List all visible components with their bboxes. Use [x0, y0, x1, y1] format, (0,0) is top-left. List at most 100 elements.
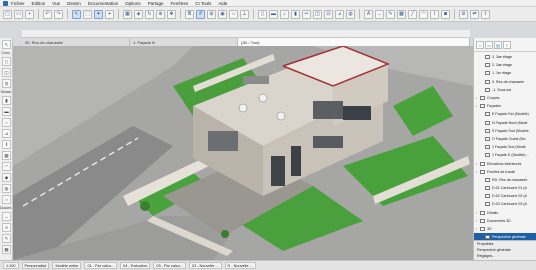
navigator-item[interactable]: 3. 3ae étage: [474, 53, 536, 61]
pan-icon[interactable]: ✥: [167, 9, 176, 19]
navigator-item[interactable]: 1 Façade Sud (Modè: [474, 143, 536, 151]
snap-icon[interactable]: ⌖: [105, 9, 114, 19]
navigator-item[interactable]: › Elévations intérieures: [474, 159, 536, 167]
line-tool-icon[interactable]: ╱: [408, 9, 417, 19]
door-tool-icon[interactable]: ◫: [313, 9, 322, 19]
settings-gear-icon[interactable]: ⚙: [459, 9, 468, 19]
column-tool-icon[interactable]: ▮: [291, 9, 300, 19]
wall-tool-icon[interactable]: ▯: [258, 9, 267, 19]
model-view-selector[interactable]: Modèle entier: [52, 262, 82, 269]
guide-lines-icon[interactable]: ⊞: [207, 9, 216, 19]
layers-icon[interactable]: ≣: [185, 9, 194, 19]
properties-settings-button[interactable]: Réglages...: [474, 253, 536, 259]
navigator-item[interactable]: › Documents 3D: [474, 217, 536, 225]
column-icon[interactable]: ▮: [2, 96, 11, 105]
marquee-icon[interactable]: ⬚: [83, 9, 92, 19]
dimension-tool-icon[interactable]: ↔: [375, 9, 384, 19]
structure-display-selector[interactable]: D - Nouvelle ...: [224, 262, 256, 269]
slab-tool-icon[interactable]: ▬: [269, 9, 278, 19]
morph-icon[interactable]: ◆: [2, 173, 11, 182]
text-tool-icon[interactable]: A: [364, 9, 373, 19]
arrow-select-icon[interactable]: ↖: [72, 9, 81, 19]
navigator-item[interactable]: O Façade Ouest (Mo: [474, 135, 536, 143]
navigator-item[interactable]: D-02 Carfouche 02 (A: [474, 192, 536, 200]
orbit-icon[interactable]: ↻: [145, 9, 154, 19]
window-tool-icon[interactable]: ⊡: [324, 9, 333, 19]
curtain-wall-icon[interactable]: ▦: [2, 151, 11, 160]
layer-combination-selector[interactable]: Personnalisé: [21, 262, 50, 269]
menu-file[interactable]: Fichier: [11, 1, 25, 6]
fill-icon[interactable]: ▩: [2, 245, 11, 254]
text-icon[interactable]: A: [2, 223, 11, 232]
label-icon[interactable]: ✎: [2, 234, 11, 243]
lamp-icon[interactable]: ☼: [2, 195, 11, 204]
beam-tool-icon[interactable]: ═: [302, 9, 311, 19]
wall-icon[interactable]: ▯: [2, 57, 11, 66]
dimension-icon[interactable]: ↔: [2, 212, 11, 221]
zoom-icon[interactable]: ⊕: [156, 9, 165, 19]
navigator-item[interactable]: N Façade Nord (Modè: [474, 119, 536, 127]
3d-view-icon[interactable]: ◈: [134, 9, 143, 19]
fill-tool-icon[interactable]: ▩: [397, 9, 406, 19]
magic-wand-icon[interactable]: ✦: [94, 9, 103, 19]
navigator-item[interactable]: E Façade Est (Modèle): [474, 110, 536, 118]
scale-selector[interactable]: 1:100: [3, 262, 19, 269]
undo-icon[interactable]: ↶: [43, 9, 52, 19]
view-map-icon[interactable]: ▭: [485, 40, 493, 49]
tab-ground-floor[interactable]: 00. Rez-de-chaussée: [22, 38, 130, 46]
polyline-tool-icon[interactable]: ⌇: [430, 9, 439, 19]
menu-window[interactable]: Fenêtres: [170, 1, 188, 6]
navigator-item[interactable]: › Façades: [474, 102, 536, 110]
window-icon[interactable]: ⊡: [2, 79, 11, 88]
save-icon[interactable]: ▪: [25, 9, 34, 19]
menu-documentation[interactable]: Documentation: [88, 1, 118, 6]
graphic-override-selector[interactable]: 03 - Par calcu...: [153, 262, 186, 269]
redo-icon[interactable]: ↷: [54, 9, 63, 19]
eye-icon[interactable]: ◉: [218, 9, 227, 19]
menu-edit[interactable]: Edition: [32, 1, 46, 6]
publish-icon[interactable]: ⇪: [481, 9, 490, 19]
open-folder-icon[interactable]: ▭: [14, 9, 23, 19]
navigator-item[interactable]: 1 Façade E (Modèle) ..: [474, 151, 536, 159]
teamwork-icon[interactable]: ⇄: [470, 9, 479, 19]
publisher-icon[interactable]: ⇪: [503, 40, 511, 49]
section-icon[interactable]: ⟂: [240, 9, 249, 19]
stair-icon[interactable]: ⊿: [2, 129, 11, 138]
floor-plan-icon[interactable]: ▦: [123, 9, 132, 19]
navigator-item[interactable]: D-01 Carfouche 01 (A: [474, 184, 536, 192]
tab-3d-view[interactable]: {3D / Tout}: [238, 38, 470, 46]
menu-help[interactable]: Aide: [218, 1, 227, 6]
renovation-filter-selector[interactable]: 03 - Nouvelle ...: [188, 262, 222, 269]
pen-set-selector[interactable]: 01 - Par calcu...: [84, 262, 118, 269]
menu-teamwork[interactable]: Partage: [148, 1, 164, 6]
camera-tool-icon[interactable]: ◙: [441, 9, 450, 19]
render-icon[interactable]: ☼: [229, 9, 238, 19]
shell-icon[interactable]: ◠: [2, 162, 11, 171]
navigator-item[interactable]: › Feuilles de travail: [474, 168, 536, 176]
slab-icon[interactable]: ▬: [2, 107, 11, 116]
door-icon[interactable]: ◫: [2, 68, 11, 77]
label-tool-icon[interactable]: ✎: [386, 9, 395, 19]
stair-tool-icon[interactable]: ⊿: [335, 9, 344, 19]
menu-design[interactable]: Dessin: [67, 1, 81, 6]
navigator-item[interactable]: 1. 1er étage: [474, 69, 536, 77]
railing-icon[interactable]: ‖: [2, 140, 11, 149]
navigator-item[interactable]: S Façade Sud (Modèle: [474, 127, 536, 135]
grid-snap-icon[interactable]: #: [196, 9, 205, 19]
roof-tool-icon[interactable]: ⌂: [280, 9, 289, 19]
object-icon[interactable]: ◍: [2, 184, 11, 193]
menu-view[interactable]: Vue: [52, 1, 60, 6]
menu-options[interactable]: Options: [125, 1, 141, 6]
tab-north-facade[interactable]: 1. Façade N: [130, 38, 238, 46]
arrow-tool-icon[interactable]: ↖: [2, 40, 11, 49]
project-map-icon[interactable]: ⌂: [476, 40, 484, 49]
navigator-item[interactable]: RD. Rez-de-chaussée: [474, 176, 536, 184]
navigator-item[interactable]: 0. Rez-de-chaussée: [474, 78, 536, 86]
navigator-item[interactable]: D-03 Carfouche 03 (A: [474, 200, 536, 208]
navigator-item[interactable]: -1. Sous-sol: [474, 86, 536, 94]
roof-icon[interactable]: ⌂: [2, 118, 11, 127]
mvo-selector[interactable]: 04 - Exécution: [120, 262, 151, 269]
object-tool-icon[interactable]: ◍: [346, 9, 355, 19]
layout-book-icon[interactable]: ▤: [494, 40, 502, 49]
navigator-item[interactable]: › Détails: [474, 209, 536, 217]
